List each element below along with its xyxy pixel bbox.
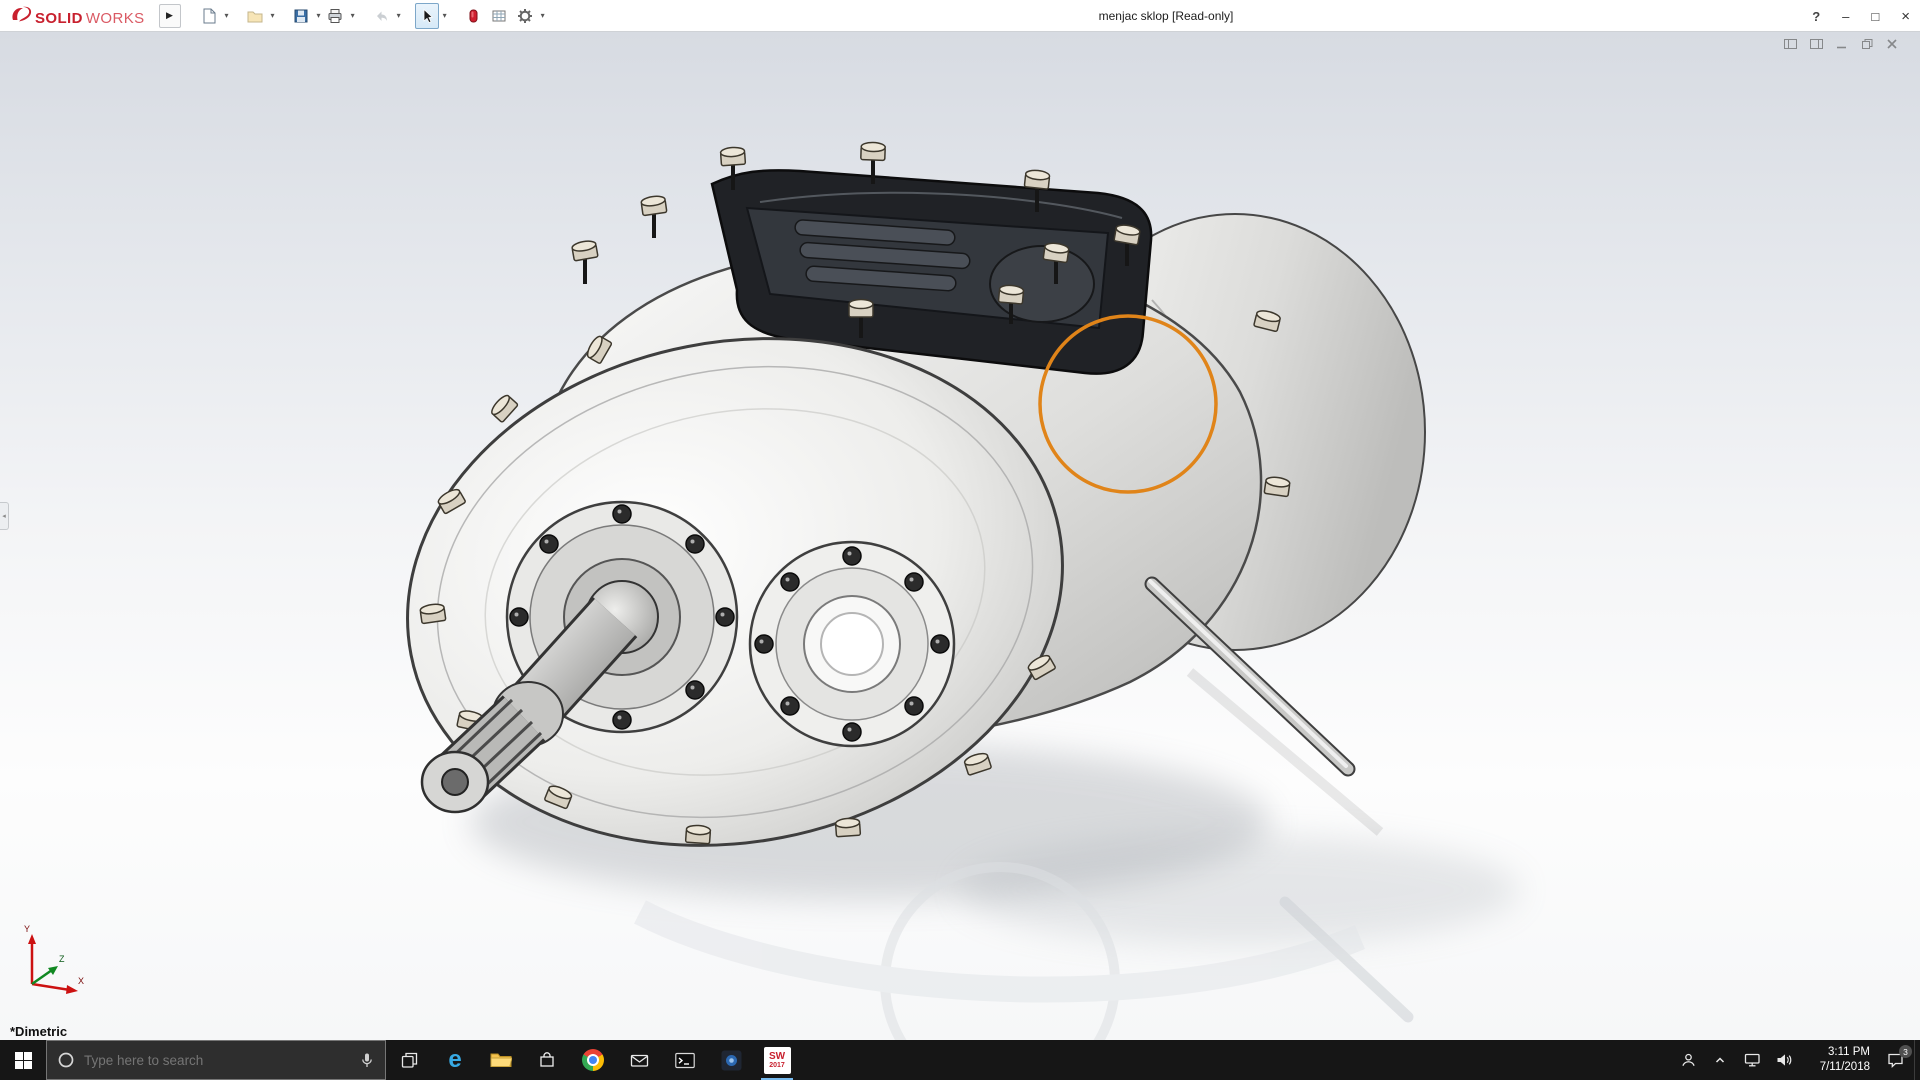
taskbar-search[interactable] <box>46 1040 386 1080</box>
solidworks-icon-text: SW <box>769 1052 785 1062</box>
microphone-icon[interactable] <box>359 1052 375 1068</box>
select-cursor-icon <box>419 8 435 24</box>
pane-left-icon[interactable] <box>1784 38 1797 50</box>
new-document-button[interactable] <box>197 3 221 29</box>
windows-logo-icon <box>15 1052 32 1069</box>
select-button[interactable] <box>415 3 439 29</box>
save-caret-icon[interactable]: ▾ <box>317 11 321 20</box>
document-close-icon[interactable] <box>1886 38 1898 50</box>
new-document-caret-icon[interactable]: ▾ <box>225 11 229 20</box>
triad-z-label: Z <box>59 954 65 964</box>
app-button[interactable] <box>708 1040 754 1080</box>
people-icon <box>1680 1052 1697 1068</box>
start-button[interactable] <box>0 1040 46 1080</box>
title-bar: SOLIDWORKS ▶ ▾ ▾ ▾ ▾ ▾ ▾ <box>0 0 1920 32</box>
print-button[interactable] <box>323 3 347 29</box>
appearances-button[interactable] <box>461 3 485 29</box>
action-center-button[interactable]: 3 <box>1876 1040 1914 1080</box>
document-minimize-icon[interactable] <box>1836 38 1848 50</box>
triad-x-label: X <box>78 976 84 986</box>
mail-icon <box>630 1052 649 1069</box>
open-caret-icon[interactable]: ▾ <box>271 11 275 20</box>
hidden-icons-button[interactable] <box>1704 1040 1736 1080</box>
speaker-icon <box>1776 1052 1793 1068</box>
system-tray: 3:11 PM 7/11/2018 3 <box>1672 1040 1920 1080</box>
clock-date: 7/11/2018 <box>1820 1060 1870 1075</box>
maximize-button[interactable]: □ <box>1871 9 1879 24</box>
quick-toolbar: ▾ ▾ ▾ ▾ ▾ ▾ <box>197 3 545 29</box>
cortana-icon <box>57 1051 75 1069</box>
graphics-area[interactable]: ◂ <box>0 32 1920 1040</box>
appearances-icon <box>465 8 481 24</box>
gearbox-model <box>0 32 1920 1040</box>
document-window-controls <box>1784 38 1898 50</box>
solidworks-logo-icon <box>10 5 32 23</box>
file-explorer-button[interactable] <box>478 1040 524 1080</box>
save-floppy-icon <box>293 8 309 24</box>
open-folder-icon <box>247 8 263 24</box>
edge-icon: e <box>448 1048 461 1072</box>
view-orientation-label: *Dimetric <box>10 1024 67 1039</box>
mail-button[interactable] <box>616 1040 662 1080</box>
show-desktop-button[interactable] <box>1914 1040 1920 1080</box>
solidworks-window: SOLIDWORKS ▶ ▾ ▾ ▾ ▾ ▾ ▾ <box>0 0 1920 1080</box>
new-document-icon <box>201 8 217 24</box>
chevron-up-icon <box>1713 1053 1727 1067</box>
brand-works-text: WORKS <box>86 10 145 27</box>
network-display-icon <box>1744 1052 1761 1068</box>
undo-caret-icon[interactable]: ▾ <box>397 11 401 20</box>
solidworks-brand: SOLIDWORKS <box>0 5 153 27</box>
solidworks-taskbar-icon: SW 2017 <box>764 1047 791 1074</box>
solidworks-taskbar-button[interactable]: SW 2017 <box>754 1040 800 1080</box>
design-table-button[interactable] <box>487 3 511 29</box>
terminal-icon <box>675 1052 695 1069</box>
network-button[interactable] <box>1736 1040 1768 1080</box>
taskbar-clock[interactable]: 3:11 PM 7/11/2018 <box>1800 1040 1876 1080</box>
print-icon <box>327 8 343 24</box>
options-caret-icon[interactable]: ▾ <box>541 11 545 20</box>
people-button[interactable] <box>1672 1040 1704 1080</box>
close-button[interactable]: × <box>1901 8 1910 25</box>
print-caret-icon[interactable]: ▾ <box>351 11 355 20</box>
document-title: menjac sklop [Read-only] <box>1099 9 1234 23</box>
minimize-button[interactable]: – <box>1842 9 1849 24</box>
task-view-icon <box>401 1052 418 1069</box>
document-restore-icon[interactable] <box>1861 38 1873 50</box>
options-gear-icon <box>517 8 533 24</box>
chrome-button[interactable] <box>570 1040 616 1080</box>
store-bag-icon <box>538 1051 556 1069</box>
window-controls: ? – □ × <box>1812 0 1910 32</box>
save-button[interactable] <box>289 3 313 29</box>
chrome-icon <box>582 1049 604 1071</box>
featuremanager-collapsed-tab[interactable]: ◂ <box>0 502 9 530</box>
help-button[interactable]: ? <box>1812 9 1820 24</box>
select-caret-icon[interactable]: ▾ <box>443 11 447 20</box>
app-icon <box>721 1050 742 1071</box>
clock-time: 3:11 PM <box>1828 1045 1870 1060</box>
solidworks-icon-year: 2017 <box>769 1062 785 1069</box>
edge-button[interactable]: e <box>432 1040 478 1080</box>
open-button[interactable] <box>243 3 267 29</box>
notification-badge: 3 <box>1899 1045 1912 1058</box>
undo-button[interactable] <box>369 3 393 29</box>
secondary-flange <box>750 542 954 746</box>
undo-icon <box>373 8 389 24</box>
file-explorer-icon <box>490 1051 512 1069</box>
terminal-button[interactable] <box>662 1040 708 1080</box>
menu-expand-button[interactable]: ▶ <box>159 4 181 28</box>
pane-right-icon[interactable] <box>1810 38 1823 50</box>
store-button[interactable] <box>524 1040 570 1080</box>
volume-button[interactable] <box>1768 1040 1800 1080</box>
triad-y-label: Y <box>24 924 30 934</box>
task-view-button[interactable] <box>386 1040 432 1080</box>
brand-solid-text: SOLID <box>35 10 83 27</box>
design-table-icon <box>491 8 507 24</box>
orientation-triad: Y X Z <box>12 922 90 1000</box>
windows-taskbar: e SW 2017 <box>0 1040 1920 1080</box>
options-button[interactable] <box>513 3 537 29</box>
search-input[interactable] <box>84 1053 350 1068</box>
